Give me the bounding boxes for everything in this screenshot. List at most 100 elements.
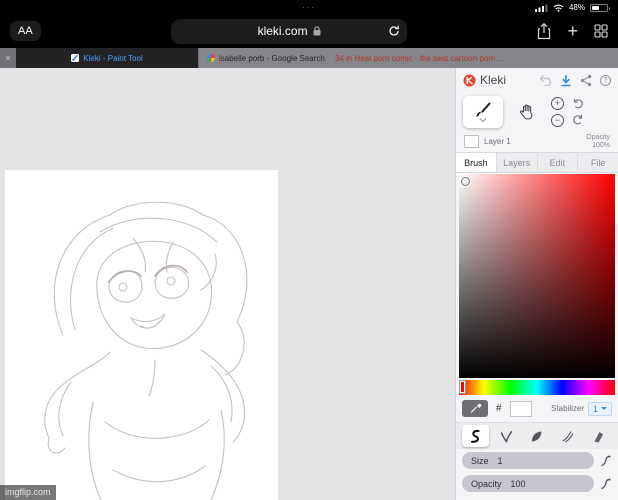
hue-cursor[interactable]: [460, 381, 465, 393]
reader-mode-button[interactable]: AA: [10, 21, 41, 41]
browser-chrome: ··· 48% AA kleki.com +: [0, 0, 618, 48]
refresh-icon[interactable]: [388, 25, 400, 37]
hue-slider[interactable]: [459, 380, 615, 395]
eraser-button[interactable]: [585, 425, 612, 447]
canvas-workspace: [0, 68, 455, 500]
zoom-controls: + −: [551, 96, 564, 127]
tab-subtitle: 34 in Heat porn comic - the best cartoon…: [334, 53, 504, 63]
google-favicon: [207, 54, 215, 62]
brush-icon: [476, 102, 491, 116]
zoom-in-button[interactable]: +: [551, 96, 564, 110]
panel-header: Kleki ?: [456, 68, 618, 92]
current-color-swatch[interactable]: [509, 400, 532, 417]
address-bar[interactable]: kleki.com: [171, 18, 408, 44]
kleki-logo-text: Kleki: [480, 73, 507, 87]
layer-opacity-value: 100%: [592, 141, 610, 149]
stabilizer-select[interactable]: 1: [587, 401, 612, 416]
tab-edit[interactable]: Edit: [536, 153, 578, 172]
hex-input-button[interactable]: #: [494, 403, 504, 414]
panel-tabs: Brush Layers Edit File: [456, 152, 618, 173]
layer-opacity-label: Opacity: [586, 133, 610, 141]
status-bar: ··· 48%: [0, 0, 618, 14]
kleki-logo-icon: [463, 74, 476, 86]
pen-brush-icon: [471, 429, 480, 443]
size-slider-row: Size 1: [456, 449, 618, 472]
battery-icon: [590, 3, 610, 12]
main-area: Kleki ? + − Layer 1 Opacity 100% Brush L…: [0, 68, 618, 500]
size-value: 1: [497, 455, 503, 466]
stabilizer-value: 1: [592, 403, 598, 414]
pressure-curve-icon: [601, 455, 611, 466]
tab-bar: × Kleki - Paint Tool isabelle porb - Goo…: [0, 48, 618, 68]
status-icons: 48%: [534, 3, 610, 12]
stabilizer-control: Stabilizer 1: [551, 401, 612, 416]
tab-google-search[interactable]: isabelle porb - Google Search 34 in Heat…: [198, 48, 618, 68]
kleki-panel: Kleki ? + − Layer 1 Opacity 100% Brush L…: [455, 68, 618, 500]
drawing-canvas[interactable]: [5, 170, 278, 500]
wifi-icon: [553, 4, 564, 12]
download-icon[interactable]: [560, 74, 572, 87]
brush-type-row: [456, 422, 618, 449]
size-label: Size: [471, 455, 489, 466]
screen: ··· 48% AA kleki.com + × Kleki - Paint T…: [0, 0, 618, 500]
status-dots: ···: [302, 3, 316, 12]
hand-tool-button[interactable]: [511, 96, 543, 128]
tool-row: + −: [456, 92, 618, 131]
opacity-slider-row: Opacity 100: [456, 472, 618, 495]
help-button[interactable]: ?: [600, 74, 611, 86]
tab-overview-icon[interactable]: [594, 24, 608, 38]
pressure-curve-icon: [601, 478, 611, 489]
size-slider[interactable]: Size 1: [462, 452, 594, 469]
chevron-down-icon: [479, 117, 487, 122]
hatch-brush-icon: [562, 430, 574, 442]
imgflip-watermark: imgflip.com: [0, 485, 56, 500]
url-text: kleki.com: [257, 24, 308, 38]
tab-title: Kleki - Paint Tool: [83, 53, 143, 63]
share-icon[interactable]: [537, 22, 551, 40]
signal-icon: [534, 4, 548, 12]
rotate-left-icon[interactable]: [572, 98, 584, 110]
layer-thumbnail[interactable]: [464, 135, 479, 148]
layer-opacity: Opacity 100%: [586, 134, 610, 150]
eyedropper-button[interactable]: [462, 400, 488, 417]
undo-icon[interactable]: [539, 74, 552, 86]
zoom-out-button[interactable]: −: [551, 113, 564, 127]
brush-sketchy-button[interactable]: [524, 425, 551, 447]
panel-header-actions: ?: [539, 74, 611, 87]
opacity-slider[interactable]: Opacity 100: [462, 475, 594, 492]
stabilizer-label: Stabilizer: [551, 404, 584, 413]
canvas-sketch: [44, 201, 248, 500]
tab-kleki[interactable]: Kleki - Paint Tool: [16, 48, 198, 68]
eraser-icon: [594, 431, 604, 442]
new-tab-button[interactable]: +: [567, 22, 578, 40]
hand-icon: [519, 104, 533, 120]
opacity-pressure-toggle[interactable]: [599, 477, 612, 491]
share-nodes-icon[interactable]: [580, 74, 592, 87]
navigation-bar: AA kleki.com +: [0, 14, 618, 48]
tab-brush[interactable]: Brush: [456, 153, 496, 172]
active-layer-row[interactable]: Layer 1 Opacity 100%: [456, 131, 618, 152]
brush-tool-button[interactable]: [463, 95, 503, 128]
size-pressure-toggle[interactable]: [599, 454, 612, 468]
color-cursor[interactable]: [461, 177, 470, 186]
kleki-favicon: [71, 54, 80, 62]
rotate-controls: [572, 98, 584, 126]
brush-pixel-button[interactable]: [554, 425, 581, 447]
color-options-row: # Stabilizer 1: [456, 395, 618, 422]
close-tab-button[interactable]: ×: [0, 48, 16, 68]
tab-layers[interactable]: Layers: [495, 153, 537, 172]
color-saturation-field[interactable]: [459, 174, 615, 378]
opacity-label: Opacity: [471, 478, 502, 489]
layer-name: Layer 1: [484, 137, 511, 146]
rotate-right-icon[interactable]: [572, 114, 584, 126]
battery-percent: 48%: [568, 3, 585, 12]
caret-down-icon: [601, 407, 607, 410]
tab-file[interactable]: File: [577, 153, 618, 172]
brush-pen-button[interactable]: [462, 425, 489, 447]
brush-blend-button[interactable]: [493, 425, 520, 447]
lock-icon: [313, 26, 321, 36]
sketchy-brush-icon: [532, 431, 542, 441]
opacity-value: 100: [510, 478, 526, 489]
tab-title: isabelle porb - Google Search: [219, 53, 325, 63]
blend-brush-icon: [500, 430, 512, 443]
